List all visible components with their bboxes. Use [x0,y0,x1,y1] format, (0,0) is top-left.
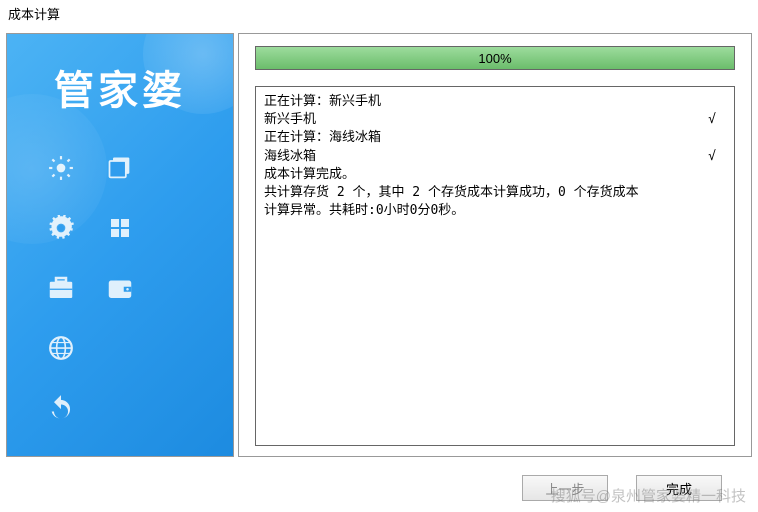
globe-icon [37,328,86,368]
log-line: 计算异常。共耗时:0小时0分0秒。 [264,202,726,220]
gear-icon [37,208,86,248]
progress-label: 100% [478,51,511,66]
button-row: 上一步 完成 [0,457,758,501]
log-line: 新兴手机√ [264,111,726,129]
prev-button: 上一步 [522,475,608,501]
window-title: 成本计算 [0,0,758,27]
log-line: 正在计算：海线冰箱 [264,129,726,147]
sidebar: 管家婆 [6,33,234,457]
content-panel: 100% 正在计算：新兴手机新兴手机√正在计算：海线冰箱海线冰箱√成本计算完成。… [238,33,752,457]
barchart-icon [37,448,86,457]
log-line: 成本计算完成。 [264,166,726,184]
stack-icon [96,148,145,188]
brand-logo: 管家婆 [7,34,233,148]
grid-icon [96,208,145,248]
main-area: 管家婆 100% 正在计算：新兴 [0,27,758,457]
log-line: 共计算存货 2 个，其中 2 个存货成本计算成功，0 个存货成本 [264,184,726,202]
briefcase-icon [37,268,86,308]
done-button[interactable]: 完成 [636,475,722,501]
log-line: 海线冰箱√ [264,148,726,166]
sun-icon [37,148,86,188]
wallet-icon [96,268,145,308]
icon-grid [7,148,233,457]
undo-icon [37,388,86,428]
progress-bar: 100% [255,46,735,70]
log-line: 正在计算：新兴手机 [264,93,726,111]
log-box[interactable]: 正在计算：新兴手机新兴手机√正在计算：海线冰箱海线冰箱√成本计算完成。共计算存货… [255,86,735,446]
